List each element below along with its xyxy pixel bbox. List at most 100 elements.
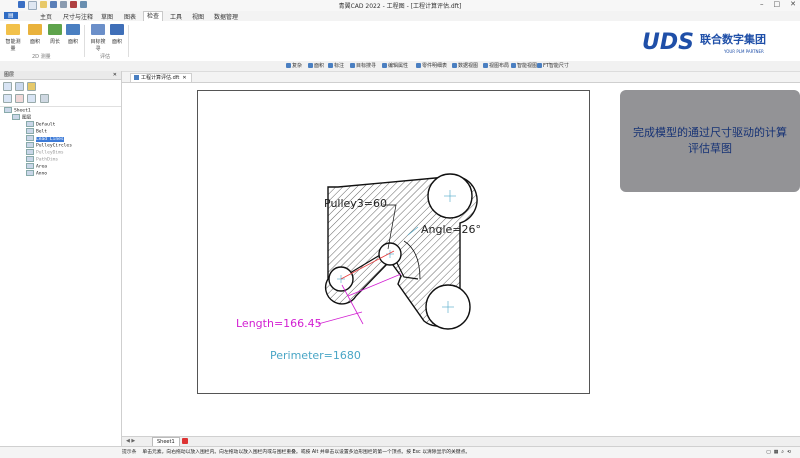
- drawing-sheet[interactable]: Pulley3=60 Angle=26° Length=166.45 Perim…: [197, 90, 590, 394]
- close-icon[interactable]: ✕: [790, 0, 796, 8]
- layer-icon: [26, 163, 34, 169]
- tree-item[interactable]: PathDims: [26, 156, 58, 163]
- sheet-tabs-bar: ◀ ▶ Sheet1: [122, 436, 800, 447]
- ribbon: 智能测量 面积 周长 面积 2D 测量 目标搜寻 面积 评估 UDS 联合数字集…: [0, 21, 800, 62]
- smart-dimension-icon: [537, 63, 542, 68]
- length-dim-label: Length=166.45: [236, 317, 322, 330]
- sheet-icon: [4, 107, 12, 113]
- layer-tool-icon[interactable]: [27, 82, 36, 91]
- area-button[interactable]: 面积: [26, 24, 44, 45]
- goal-seek-button[interactable]: 目标搜寻: [89, 24, 107, 52]
- logo-name: 联合数字集团: [700, 32, 766, 46]
- group-divider: [128, 25, 129, 57]
- layer-icon: [26, 121, 34, 127]
- group-divider: [84, 25, 85, 57]
- caption-text: 完成模型的通过尺寸驱动的计算评估草图: [633, 126, 787, 155]
- document-tab[interactable]: 工程计算评估.dft ✕: [130, 73, 192, 82]
- length-dim-leader: [317, 311, 363, 325]
- area-icon: [308, 63, 313, 68]
- toolbar-item[interactable]: FT智能尺寸: [537, 62, 569, 69]
- angle-dim-label: Angle=26°: [421, 223, 481, 236]
- layer-tool-icon[interactable]: [3, 82, 12, 91]
- status-text: 单击元素。向右拖动以放入围栏内。向左拖动以放入围栏内或与围栏重叠。或按 Alt …: [142, 450, 471, 455]
- window-title: 青翼CAD 2022 - 工程图 - [工程计算评估.dft]: [338, 3, 462, 10]
- layer-icon: [26, 142, 34, 148]
- perimeter-button[interactable]: 周长: [46, 24, 64, 45]
- close-tab-icon[interactable]: ✕: [182, 75, 186, 81]
- toolbar-item[interactable]: 编辑属性: [382, 62, 408, 69]
- panel-header: 图层 ✕: [0, 71, 121, 80]
- minimize-icon[interactable]: –: [760, 0, 764, 8]
- ruler-icon: [6, 24, 20, 35]
- status-bar: 提示条 单击元素。向右拖动以放入围栏内。向左拖动以放入围栏内或与围栏重叠。或按 A…: [0, 446, 800, 458]
- toolbar-item[interactable]: 标注: [328, 62, 344, 69]
- tree-item[interactable]: PulleyDims: [26, 149, 64, 156]
- panel-title: 图层: [4, 72, 15, 78]
- smart-view-icon: [511, 63, 516, 68]
- layer-icon: [26, 135, 34, 141]
- tab-data-management[interactable]: 数据管理: [211, 12, 241, 21]
- prompt-label: 提示条: [122, 450, 137, 455]
- document-icon: [134, 75, 139, 80]
- area-measure-icon: [66, 24, 80, 35]
- tree-item[interactable]: Default: [26, 121, 55, 128]
- tab-view[interactable]: 视图: [189, 12, 207, 21]
- menu-tabs: ▤ 主页 尺寸与注释 草图 图表 检查 工具 视图 数据管理: [0, 11, 800, 21]
- evaluate-area-button[interactable]: 面积: [108, 24, 126, 45]
- sheet-nav-icon[interactable]: ◀ ▶: [126, 438, 135, 444]
- layer-tool-icon[interactable]: [27, 94, 36, 103]
- tree-item[interactable]: Sheet1: [4, 107, 31, 114]
- layer-icon: [26, 156, 34, 162]
- layer-icon: [26, 149, 34, 155]
- toolbar-item[interactable]: 目标搜寻: [350, 62, 376, 69]
- area-icon: [28, 24, 42, 35]
- layer-tool-icon[interactable]: [40, 94, 49, 103]
- group-label-2d-measure: 2D 测量: [32, 54, 51, 60]
- tree-item[interactable]: 图层: [12, 114, 31, 121]
- perimeter-icon: [48, 24, 62, 35]
- toolbar-item[interactable]: 数据视图: [452, 62, 478, 69]
- tree-item[interactable]: Belt: [26, 128, 47, 135]
- toolbar-item[interactable]: 视图布局: [483, 62, 509, 69]
- toolbar-item[interactable]: 面积: [308, 62, 324, 69]
- uds-logo: UDS 联合数字集团 YOUR PLM PARTNER: [642, 25, 792, 57]
- tab-dimensions[interactable]: 尺寸与注释: [60, 12, 96, 21]
- tree-item[interactable]: PulleyCircles: [26, 142, 72, 149]
- toolbar-item[interactable]: 零件明细表: [416, 62, 447, 69]
- tree-item[interactable]: Anno: [26, 170, 47, 177]
- file-menu-button[interactable]: ▤: [4, 12, 18, 19]
- annotate-icon: [328, 63, 333, 68]
- perimeter-label: Perimeter=1680: [270, 349, 361, 362]
- parts-list-icon: [416, 63, 421, 68]
- layer-tool-icon[interactable]: [15, 94, 24, 103]
- smart-measure-button[interactable]: 智能测量: [4, 24, 22, 52]
- layer-tool-icon[interactable]: [15, 82, 24, 91]
- data-view-icon: [452, 63, 457, 68]
- close-panel-icon[interactable]: ✕: [113, 71, 117, 79]
- layer-tool-icon[interactable]: [3, 94, 12, 103]
- logo-tagline: YOUR PLM PARTNER: [723, 49, 764, 54]
- toolbar-item[interactable]: 复杂: [286, 62, 302, 69]
- tab-tools[interactable]: 工具: [167, 12, 185, 21]
- group-label-evaluate: 评估: [100, 54, 111, 60]
- panel-toolbar: [0, 80, 121, 107]
- area-measure-button[interactable]: 面积: [64, 24, 82, 45]
- view-controls-icon[interactable]: ▢▦⌕⟲: [766, 447, 794, 458]
- tree-item[interactable]: Lead Lines: [26, 135, 64, 142]
- complex-icon: [286, 63, 291, 68]
- toolbar-item[interactable]: 智能视图: [511, 62, 537, 69]
- tab-sketch[interactable]: 草图: [98, 12, 116, 21]
- tree-item[interactable]: Area: [26, 163, 47, 170]
- tab-tables[interactable]: 图表: [121, 12, 139, 21]
- layer-icon: [26, 170, 34, 176]
- layers-icon: [12, 114, 20, 120]
- tab-home[interactable]: 主页: [37, 12, 55, 21]
- pulley-dim-label: Pulley3=60: [324, 197, 387, 210]
- logo-brand: UDS: [642, 30, 694, 55]
- caption-callout: 完成模型的通过尺寸驱动的计算评估草图: [620, 90, 800, 192]
- maximize-icon[interactable]: □: [774, 0, 781, 8]
- evaluate-icon: [110, 24, 124, 35]
- add-sheet-icon[interactable]: [182, 438, 188, 444]
- target-icon: [91, 24, 105, 35]
- tab-inspect[interactable]: 检查: [143, 11, 164, 21]
